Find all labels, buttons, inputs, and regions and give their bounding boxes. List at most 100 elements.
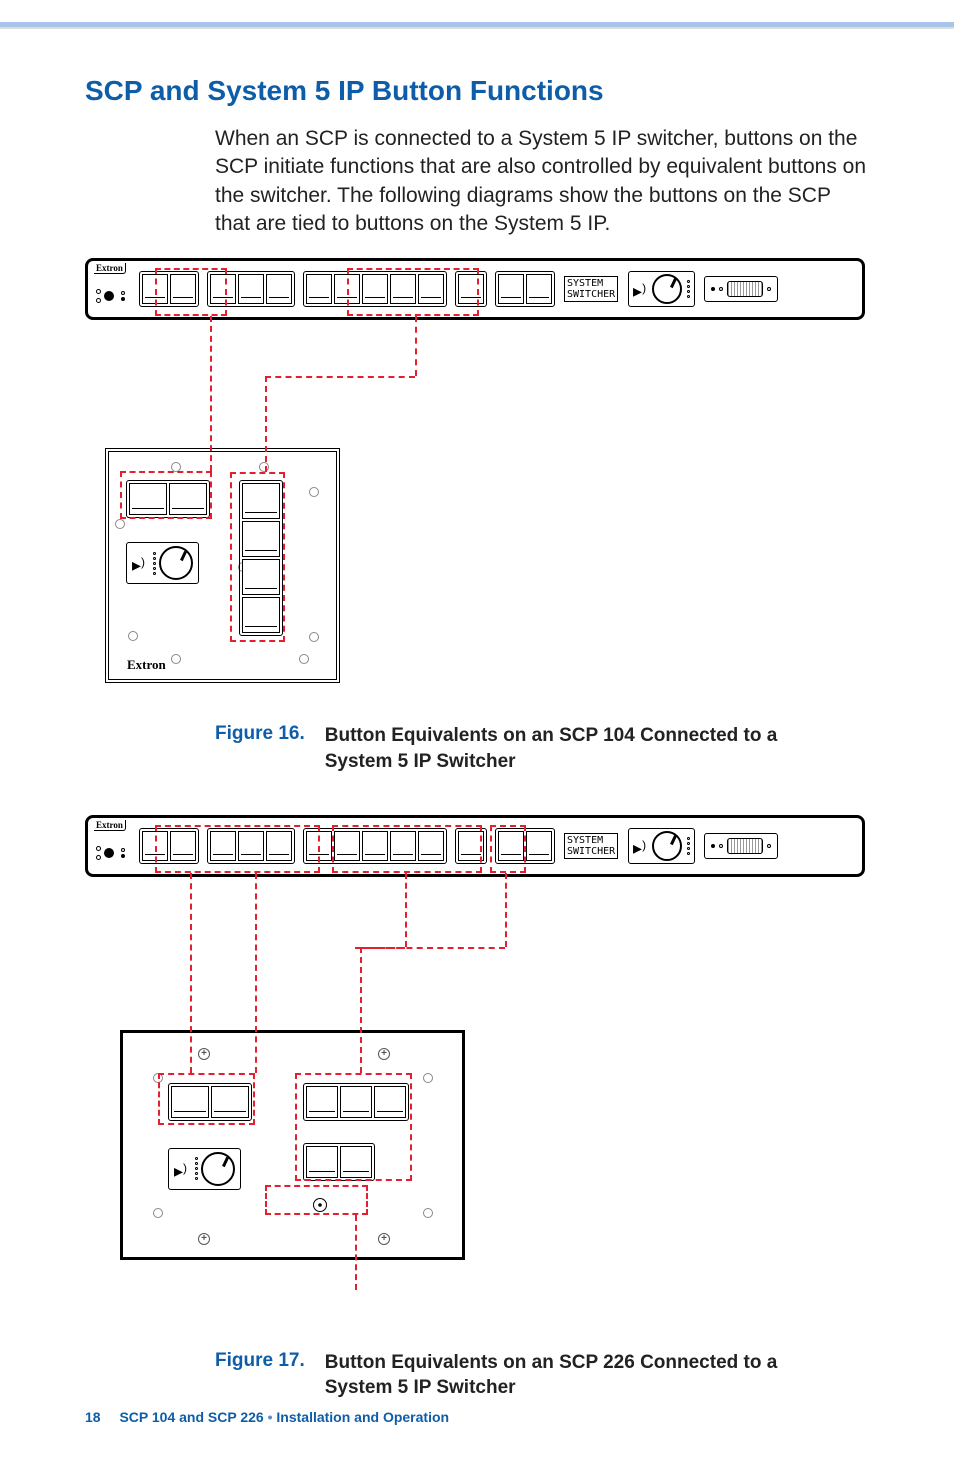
switcher-button[interactable] — [458, 831, 484, 861]
volume-leds — [687, 280, 690, 298]
scp104-device: Extron — [105, 448, 340, 683]
system5-switcher-device-fig16: Extron — [85, 258, 865, 320]
switcher-button[interactable] — [306, 831, 332, 861]
vga-port[interactable] — [727, 281, 763, 297]
switcher-button[interactable] — [142, 274, 168, 304]
switcher-button[interactable] — [238, 274, 264, 304]
page-content: SCP and System 5 IP Button Functions Whe… — [85, 75, 869, 1441]
switcher-button-group-2 — [207, 828, 295, 864]
scp-volume-knob[interactable] — [159, 546, 193, 580]
switcher-button[interactable] — [210, 274, 236, 304]
scp-button[interactable] — [211, 1086, 249, 1118]
switcher-button-group-5 — [495, 271, 555, 307]
figure-description: Button Equivalents on an SCP 226 Connect… — [325, 1350, 825, 1401]
switcher-button[interactable] — [418, 831, 444, 861]
scp-button[interactable] — [242, 559, 280, 595]
switcher-button[interactable] — [498, 831, 524, 861]
switcher-ir-leds — [96, 289, 125, 303]
switcher-button[interactable] — [362, 274, 388, 304]
scp-button[interactable] — [169, 483, 207, 515]
scp-button[interactable] — [171, 1086, 209, 1118]
switcher-ir-leds — [96, 846, 125, 860]
figure-number: Figure 17. — [215, 1350, 305, 1401]
switcher-button-group-1 — [139, 828, 199, 864]
scp-button[interactable] — [306, 1146, 338, 1178]
figure-description: Button Equivalents on an SCP 104 Connect… — [325, 723, 825, 774]
figure-17-diagram: Extron — [85, 815, 869, 1320]
scp104-volume-section — [126, 542, 199, 584]
switcher-button-group-3 — [303, 828, 447, 864]
volume-leds — [687, 837, 690, 855]
switcher-button[interactable] — [390, 274, 416, 304]
figure-number: Figure 16. — [215, 723, 305, 774]
switcher-system-label: SYSTEM SWITCHER — [564, 276, 618, 302]
page-top-divider — [0, 27, 954, 29]
switcher-button[interactable] — [266, 831, 292, 861]
switcher-button[interactable] — [334, 274, 360, 304]
volume-leds — [195, 1157, 198, 1180]
scp-button[interactable] — [340, 1086, 372, 1118]
switcher-button-group-4 — [455, 828, 487, 864]
scp-button[interactable] — [242, 483, 280, 519]
page-number: 18 — [85, 1409, 101, 1425]
switcher-button[interactable] — [210, 831, 236, 861]
scp-button[interactable] — [242, 521, 280, 557]
page-footer: 18 SCP 104 and SCP 226 • Installation an… — [85, 1409, 449, 1425]
switcher-button[interactable] — [306, 274, 332, 304]
switcher-volume-section — [628, 271, 695, 307]
switcher-button[interactable] — [334, 831, 360, 861]
scp-button[interactable] — [306, 1086, 338, 1118]
volume-knob[interactable] — [652, 831, 682, 861]
connector-line — [265, 376, 415, 378]
speaker-icon — [633, 281, 649, 297]
scp-volume-knob[interactable] — [201, 1152, 235, 1186]
scp-button[interactable] — [129, 483, 167, 515]
scp-button[interactable] — [242, 597, 280, 633]
switcher-button-group-2 — [207, 271, 295, 307]
connector-line — [505, 873, 507, 947]
intro-paragraph: When an SCP is connected to a System 5 I… — [215, 125, 869, 238]
switcher-button[interactable] — [238, 831, 264, 861]
system5-switcher-device-fig17: Extron — [85, 815, 865, 877]
switcher-button[interactable] — [362, 831, 388, 861]
scp104-brand-label: Extron — [127, 657, 166, 673]
footer-doc-title: SCP 104 and SCP 226 — [119, 1409, 263, 1425]
figure-16-caption: Figure 16. Button Equivalents on an SCP … — [215, 723, 869, 774]
connector-line — [405, 873, 407, 947]
figure-16-diagram: Extron — [85, 258, 869, 693]
footer-section-title: Installation and Operation — [276, 1409, 449, 1425]
scp226-device — [120, 1030, 465, 1260]
connector-line — [355, 947, 505, 949]
figure-17-caption: Figure 17. Button Equivalents on an SCP … — [215, 1350, 869, 1401]
switcher-button[interactable] — [526, 831, 552, 861]
switcher-system-label: SYSTEM SWITCHER — [564, 833, 618, 859]
section-heading: SCP and System 5 IP Button Functions — [85, 75, 869, 107]
scp104-button-group-side — [239, 480, 283, 636]
vga-port[interactable] — [727, 838, 763, 854]
volume-knob[interactable] — [652, 274, 682, 304]
switcher-vga-section — [704, 276, 778, 302]
switcher-button[interactable] — [142, 831, 168, 861]
switcher-button[interactable] — [170, 274, 196, 304]
switcher-button-group-3 — [303, 271, 447, 307]
scp104-button-group-top — [126, 480, 210, 518]
connector-line — [360, 947, 405, 949]
switcher-button[interactable] — [458, 274, 484, 304]
scp226-ir-receiver — [313, 1198, 327, 1212]
switcher-button-group-5 — [495, 828, 555, 864]
switcher-vga-section — [704, 833, 778, 859]
switcher-button[interactable] — [498, 274, 524, 304]
speaker-icon — [132, 555, 148, 571]
switcher-button[interactable] — [266, 274, 292, 304]
switcher-button[interactable] — [418, 274, 444, 304]
switcher-button[interactable] — [526, 274, 552, 304]
switcher-button[interactable] — [390, 831, 416, 861]
scp226-button-group-left — [168, 1083, 252, 1121]
switcher-button-group-1 — [139, 271, 199, 307]
scp-button[interactable] — [374, 1086, 406, 1118]
switcher-button[interactable] — [170, 831, 196, 861]
speaker-icon — [633, 838, 649, 854]
switcher-button-group-4 — [455, 271, 487, 307]
scp-button[interactable] — [340, 1146, 372, 1178]
scp226-volume-section — [168, 1148, 241, 1190]
